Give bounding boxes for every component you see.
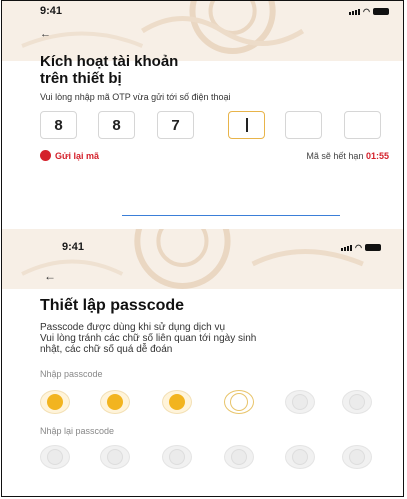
wifi-icon: ◠ (363, 6, 370, 16)
passcode-label: Nhập passcode (40, 369, 103, 379)
status-icons-2: ◠ (341, 242, 381, 252)
title-line-1: Kích hoạt tài khoản (40, 53, 179, 70)
passcode-title: Thiết lập passcode (40, 297, 185, 314)
description-line-3: nhật, các chữ số quá dễ đoán (40, 344, 173, 355)
passcode-dot (162, 390, 192, 414)
text-cursor (245, 118, 248, 132)
status-time-2: 9:41 (62, 241, 85, 253)
otp-instruction: Vui lòng nhập mã OTP vừa gửi tới số điện… (40, 92, 231, 102)
otp-digit-4[interactable] (228, 111, 265, 139)
otp-digit-1[interactable]: 8 (40, 111, 77, 139)
status-bar-2: 9:41 ◠ (2, 237, 403, 257)
status-icons: ◠ (349, 6, 389, 16)
title-line-2: trên thiết bị (40, 70, 122, 87)
back-button[interactable]: ← (40, 28, 51, 40)
passcode-dot (342, 390, 372, 414)
description-line-2: Vui lòng tránh các chữ số liên quan tới … (40, 333, 257, 344)
signal-icon (349, 8, 361, 15)
repeat-passcode-dot (100, 445, 130, 469)
battery-icon (373, 8, 389, 15)
home-indicator (122, 215, 340, 216)
status-time: 9:41 (40, 5, 63, 17)
signal-icon (341, 244, 353, 251)
otp-digit-3[interactable]: 7 (157, 111, 194, 139)
repeat-passcode-dot (162, 445, 192, 469)
description-line-1: Passcode được dùng khi sử dụng dịch vụ (40, 322, 226, 333)
passcode-dot (40, 390, 70, 414)
passcode-dot-current (224, 390, 254, 414)
otp-expiry: Mã sẽ hết hạn 01:55 (306, 151, 389, 161)
refresh-icon (40, 150, 51, 161)
repeat-passcode-dot (40, 445, 70, 469)
otp-digit-2[interactable]: 8 (98, 111, 135, 139)
battery-icon (365, 244, 381, 251)
expiry-countdown: 01:55 (365, 151, 389, 161)
back-button-2[interactable]: ← (44, 269, 56, 283)
passcode-dot (100, 390, 130, 414)
status-bar: 9:41 ◠ (2, 1, 403, 21)
repeat-passcode-dot (285, 445, 315, 469)
expiry-prefix: Mã sẽ hết hạn (306, 151, 364, 161)
repeat-passcode-dot (342, 445, 372, 469)
otp-digit-5[interactable] (285, 111, 322, 139)
passcode-dot (285, 390, 315, 414)
repeat-passcode-label: Nhập lại passcode (40, 426, 115, 436)
resend-code-button[interactable]: Gửi lại mã (40, 150, 99, 161)
repeat-passcode-dot (224, 445, 254, 469)
wifi-icon: ◠ (355, 242, 362, 252)
page-title: Kích hoạt tài khoản trên thiết bị (40, 53, 178, 87)
resend-label: Gửi lại mã (55, 150, 100, 161)
app-frame: 9:41 ◠ ← Kích hoạt tài khoản trên thiết … (1, 0, 404, 497)
passcode-description: Passcode được dùng khi sử dụng dịch vụ V… (40, 322, 256, 355)
otp-digit-6[interactable] (344, 111, 381, 139)
